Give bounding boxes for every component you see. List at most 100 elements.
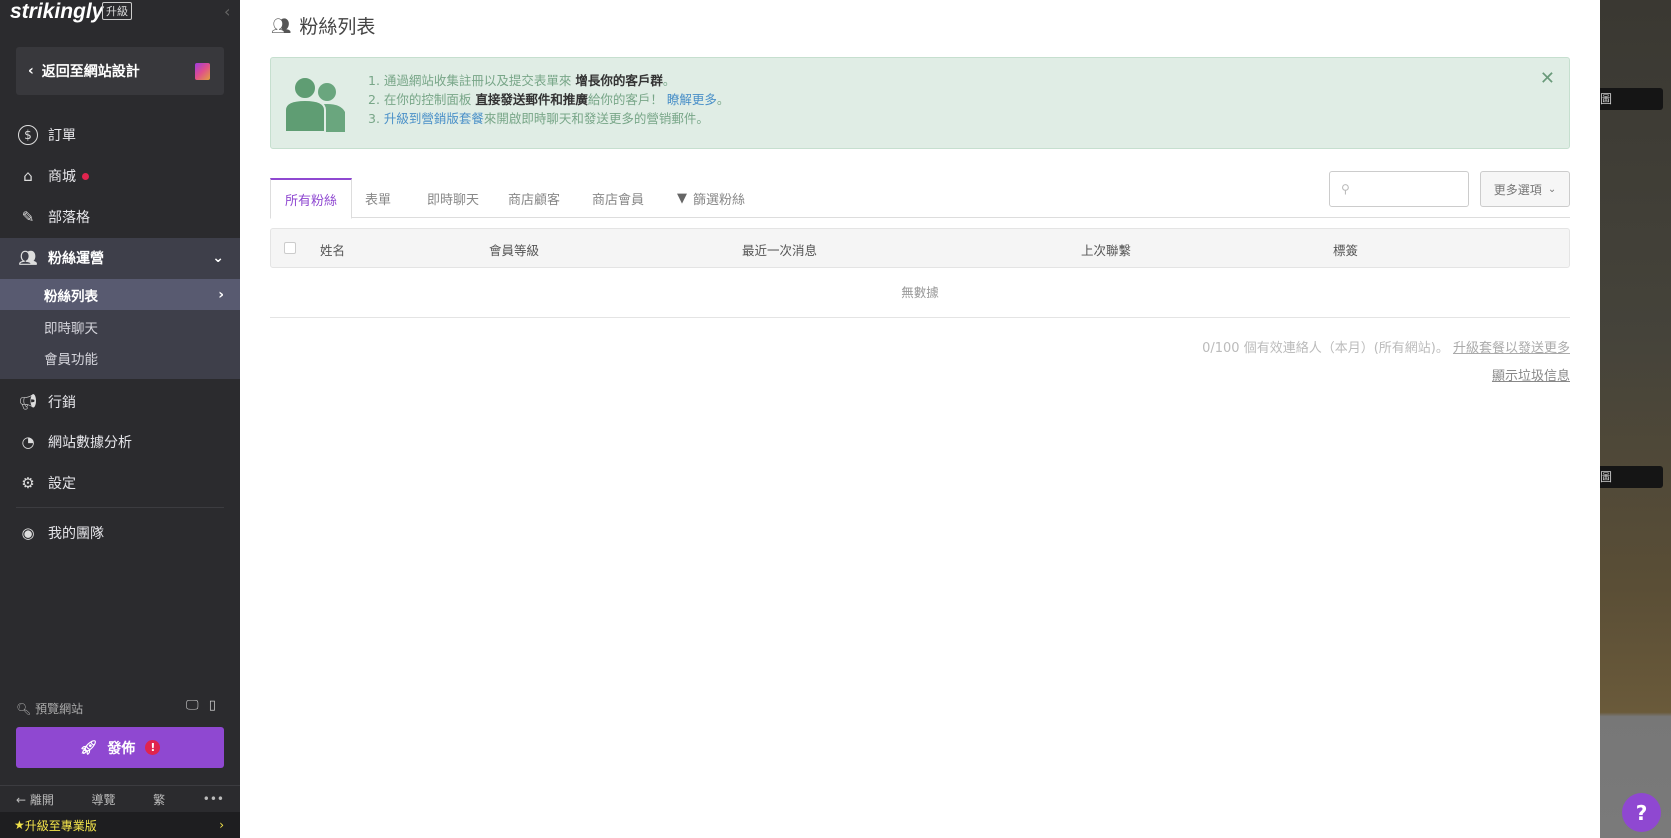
- users-icon: 👥︎: [271, 16, 292, 35]
- empty-state: 無數據: [270, 268, 1570, 318]
- mobile-icon[interactable]: ▯: [209, 698, 216, 713]
- quota-label: 0/100 個有效連絡人（本月）(所有網站)。: [1202, 341, 1449, 356]
- sidebar-item-blog[interactable]: ✎ 部落格: [0, 197, 240, 237]
- nav-label: 即時聊天: [44, 320, 98, 337]
- language-button[interactable]: 繁: [153, 791, 165, 808]
- tab-store-members[interactable]: 商店會員: [578, 178, 658, 218]
- text: 。: [662, 73, 676, 88]
- chevron-right-icon: ›: [218, 286, 224, 303]
- team-avatars-icon: ◉: [21, 524, 35, 542]
- sidebar-item-marketing[interactable]: 📢︎ 行銷: [0, 382, 240, 422]
- device-toggle: 🖵 ▯: [186, 698, 216, 713]
- users-icon: 👥︎: [18, 249, 38, 267]
- sidebar: strikingly 升級 ‹ ‹ 返回至網站設計 $ 訂單 ⌂ 商城 ✎ 部落格 👥︎…: [0, 0, 240, 838]
- sidebar-item-team[interactable]: ◉ 我的團隊: [0, 513, 240, 553]
- nav-label: 訂單: [48, 128, 76, 144]
- tab-store-customers[interactable]: 商店顧客: [494, 178, 574, 218]
- nav-label: 行銷: [48, 395, 76, 411]
- leave-button[interactable]: ← 離開: [16, 791, 54, 808]
- column-name[interactable]: 姓名: [320, 240, 345, 259]
- divider: [16, 507, 224, 508]
- page-title: 👥︎ 粉絲列表: [271, 12, 375, 39]
- collapse-sidebar-icon[interactable]: ‹: [224, 2, 230, 21]
- info-banner: 1. 通過網站收集註冊以及提交表單來 增長你的客戶群。 2. 在你的控制面板 直…: [270, 57, 1570, 149]
- site-thumbnail: [195, 63, 210, 80]
- nav-label: 粉絲列表: [44, 288, 98, 305]
- nav-label: 部落格: [48, 210, 90, 226]
- nav-label: 商城: [48, 169, 76, 185]
- text: 給你的客戶！: [587, 92, 667, 107]
- filter-icon: ▼: [677, 190, 687, 206]
- quota-text: 0/100 個有效連絡人（本月）(所有網站)。 升級套餐以發送更多: [1202, 337, 1570, 356]
- back-to-site-design-button[interactable]: ‹ 返回至網站設計: [16, 47, 224, 95]
- column-tags[interactable]: 標簽: [1333, 240, 1358, 259]
- fans-section: 👥︎ 粉絲運營 ⌄ 粉絲列表 › 即時聊天 會員功能: [0, 238, 240, 379]
- megaphone-icon: 📢︎: [18, 393, 38, 411]
- arrow-left-icon: ←: [16, 792, 30, 807]
- upgrade-marketing-link[interactable]: 升級到營銷版套餐: [384, 111, 484, 126]
- search-icon: ⚲: [1341, 182, 1350, 196]
- upgrade-badge[interactable]: 升級: [102, 2, 132, 20]
- table-header: 姓名 會員等級 最近一次消息 上次聯繫 標簽: [270, 228, 1570, 268]
- sidebar-subitem-fan-list[interactable]: 粉絲列表 ›: [0, 279, 240, 310]
- desktop-icon[interactable]: 🖵: [186, 698, 199, 713]
- sidebar-item-analytics[interactable]: ◔ 網站數據分析: [0, 422, 240, 462]
- banner-line-2: 2. 在你的控制面板 直接發送郵件和推廣給你的客戶！ 瞭解更多。: [368, 89, 729, 108]
- text: 1. 通過網站收集註冊以及提交表單來: [368, 73, 576, 88]
- page-title-text: 粉絲列表: [299, 16, 376, 38]
- chevron-down-icon: ⌄: [212, 250, 224, 266]
- learn-more-link[interactable]: 瞭解更多: [667, 92, 717, 107]
- leave-label: 離開: [29, 792, 54, 807]
- chevron-left-icon: ‹: [28, 63, 34, 79]
- chevron-right-icon: ›: [219, 818, 224, 832]
- tab-forms[interactable]: 表單: [351, 178, 405, 218]
- help-button[interactable]: ?: [1622, 793, 1661, 832]
- upgrade-pro-label: 升級至專業版: [24, 818, 97, 833]
- warning-icon: !: [145, 740, 161, 755]
- show-spam-link[interactable]: 顯示垃圾信息: [1492, 365, 1570, 384]
- sidebar-item-settings[interactable]: ⚙ 設定: [0, 463, 240, 503]
- people-illustration-icon: [285, 76, 345, 132]
- tab-filter-fans[interactable]: ▼ 篩選粉絲: [663, 178, 759, 218]
- column-last-contact[interactable]: 上次聯繫: [1081, 240, 1131, 259]
- site-preview-background: 圖 圖 ?: [1600, 0, 1671, 838]
- rocket-icon: 🚀︎: [79, 739, 98, 756]
- nav-label: 會員功能: [44, 351, 98, 368]
- upgrade-pro-bar[interactable]: ★ 升級至專業版 ›: [0, 812, 240, 838]
- preview-site-link[interactable]: 🔍︎ 預覽網站: [16, 700, 83, 717]
- column-last-message[interactable]: 最近一次消息: [742, 240, 817, 259]
- pie-chart-icon: ◔: [21, 433, 35, 451]
- close-icon[interactable]: ✕: [1540, 68, 1555, 89]
- more-options-dropdown[interactable]: 更多選項 ⌄: [1480, 171, 1570, 207]
- publish-button[interactable]: 🚀︎ 發佈!: [16, 727, 224, 768]
- preview-image-button[interactable]: 圖: [1600, 88, 1663, 110]
- sidebar-item-orders[interactable]: $ 訂單: [0, 115, 240, 155]
- nav-label: 粉絲運營: [48, 251, 104, 267]
- banner-line-3: 3. 升級到營銷版套餐來開啟即時聊天和發送更多的營销郵件。: [368, 108, 709, 127]
- banner-line-1: 1. 通過網站收集註冊以及提交表單來 增長你的客戶群。: [368, 70, 675, 89]
- more-options-label: 更多選項: [1493, 182, 1542, 197]
- sidebar-item-store[interactable]: ⌂ 商城: [0, 156, 240, 196]
- tab-live-chat[interactable]: 即時聊天: [413, 178, 493, 218]
- text-bold: 直接發送郵件和推廣: [475, 92, 588, 107]
- select-all-checkbox[interactable]: [284, 242, 296, 254]
- main-panel: 👥︎ 粉絲列表 1. 通過網站收集註冊以及提交表單來 增長你的客戶群。 2. 在你…: [240, 0, 1600, 838]
- strikingly-logo[interactable]: strikingly: [10, 0, 103, 24]
- upgrade-plan-link[interactable]: 升級套餐以發送更多: [1453, 341, 1570, 356]
- text: 來開啟即時聊天和發送更多的營销郵件。: [483, 111, 709, 126]
- sidebar-subitem-membership[interactable]: 會員功能: [0, 342, 240, 373]
- text-bold: 增長你的客戶群: [575, 73, 663, 88]
- text: 。: [716, 92, 730, 107]
- sidebar-item-fans[interactable]: 👥︎ 粉絲運營 ⌄: [0, 238, 240, 278]
- preview-image-button[interactable]: 圖: [1600, 466, 1663, 488]
- back-label: 返回至網站設計: [41, 64, 140, 80]
- tour-button[interactable]: 導覽: [92, 791, 116, 808]
- column-member-level[interactable]: 會員等級: [489, 240, 539, 259]
- more-button[interactable]: •••: [203, 792, 224, 806]
- star-icon: ★: [14, 818, 25, 832]
- tab-label: 篩選粉絲: [693, 192, 746, 208]
- tab-all-fans[interactable]: 所有粉絲: [270, 178, 353, 219]
- search-input[interactable]: ⚲: [1329, 171, 1469, 207]
- chevron-down-icon: ⌄: [1547, 183, 1557, 195]
- sidebar-subitem-live-chat[interactable]: 即時聊天: [0, 311, 240, 342]
